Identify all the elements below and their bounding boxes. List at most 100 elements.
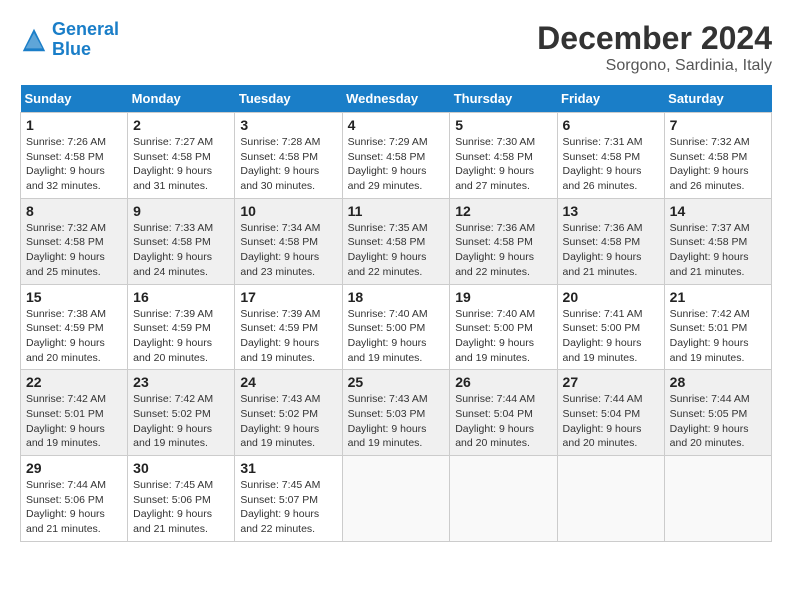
day-number: 19 (455, 289, 551, 305)
day-number: 1 (26, 117, 122, 133)
day-cell: 20 Sunrise: 7:41 AM Sunset: 5:00 PM Dayl… (557, 284, 664, 370)
day-cell: 10 Sunrise: 7:34 AM Sunset: 4:58 PM Dayl… (235, 198, 342, 284)
day-number: 10 (240, 203, 336, 219)
day-cell: 2 Sunrise: 7:27 AM Sunset: 4:58 PM Dayli… (128, 113, 235, 199)
day-number: 2 (133, 117, 229, 133)
day-cell (342, 456, 450, 542)
day-number: 18 (348, 289, 445, 305)
day-number: 13 (563, 203, 659, 219)
day-number: 9 (133, 203, 229, 219)
day-info: Sunrise: 7:44 AM Sunset: 5:04 PM Dayligh… (455, 392, 551, 451)
day-number: 14 (670, 203, 766, 219)
day-info: Sunrise: 7:38 AM Sunset: 4:59 PM Dayligh… (26, 307, 122, 366)
day-info: Sunrise: 7:39 AM Sunset: 4:59 PM Dayligh… (240, 307, 336, 366)
day-info: Sunrise: 7:42 AM Sunset: 5:02 PM Dayligh… (133, 392, 229, 451)
day-info: Sunrise: 7:34 AM Sunset: 4:58 PM Dayligh… (240, 221, 336, 280)
day-info: Sunrise: 7:39 AM Sunset: 4:59 PM Dayligh… (133, 307, 229, 366)
day-cell: 30 Sunrise: 7:45 AM Sunset: 5:06 PM Dayl… (128, 456, 235, 542)
day-info: Sunrise: 7:43 AM Sunset: 5:03 PM Dayligh… (348, 392, 445, 451)
weekday-saturday: Saturday (664, 85, 771, 113)
day-number: 28 (670, 374, 766, 390)
week-row-1: 1 Sunrise: 7:26 AM Sunset: 4:58 PM Dayli… (21, 113, 772, 199)
day-number: 26 (455, 374, 551, 390)
day-cell: 12 Sunrise: 7:36 AM Sunset: 4:58 PM Dayl… (450, 198, 557, 284)
week-row-2: 8 Sunrise: 7:32 AM Sunset: 4:58 PM Dayli… (21, 198, 772, 284)
day-info: Sunrise: 7:31 AM Sunset: 4:58 PM Dayligh… (563, 135, 659, 194)
week-row-3: 15 Sunrise: 7:38 AM Sunset: 4:59 PM Dayl… (21, 284, 772, 370)
location-title: Sorgono, Sardinia, Italy (537, 57, 772, 75)
day-number: 6 (563, 117, 659, 133)
day-cell (557, 456, 664, 542)
day-info: Sunrise: 7:42 AM Sunset: 5:01 PM Dayligh… (670, 307, 766, 366)
day-number: 27 (563, 374, 659, 390)
day-cell: 26 Sunrise: 7:44 AM Sunset: 5:04 PM Dayl… (450, 370, 557, 456)
day-cell: 8 Sunrise: 7:32 AM Sunset: 4:58 PM Dayli… (21, 198, 128, 284)
day-number: 31 (240, 460, 336, 476)
day-number: 17 (240, 289, 336, 305)
day-cell: 3 Sunrise: 7:28 AM Sunset: 4:58 PM Dayli… (235, 113, 342, 199)
day-cell: 27 Sunrise: 7:44 AM Sunset: 5:04 PM Dayl… (557, 370, 664, 456)
day-cell: 28 Sunrise: 7:44 AM Sunset: 5:05 PM Dayl… (664, 370, 771, 456)
day-number: 8 (26, 203, 122, 219)
day-info: Sunrise: 7:45 AM Sunset: 5:06 PM Dayligh… (133, 478, 229, 537)
day-cell: 9 Sunrise: 7:33 AM Sunset: 4:58 PM Dayli… (128, 198, 235, 284)
day-cell: 16 Sunrise: 7:39 AM Sunset: 4:59 PM Dayl… (128, 284, 235, 370)
day-cell (664, 456, 771, 542)
day-info: Sunrise: 7:28 AM Sunset: 4:58 PM Dayligh… (240, 135, 336, 194)
day-cell: 22 Sunrise: 7:42 AM Sunset: 5:01 PM Dayl… (21, 370, 128, 456)
day-cell: 19 Sunrise: 7:40 AM Sunset: 5:00 PM Dayl… (450, 284, 557, 370)
day-number: 15 (26, 289, 122, 305)
logo-icon (20, 26, 48, 54)
day-number: 12 (455, 203, 551, 219)
day-number: 29 (26, 460, 122, 476)
weekday-thursday: Thursday (450, 85, 557, 113)
day-info: Sunrise: 7:40 AM Sunset: 5:00 PM Dayligh… (455, 307, 551, 366)
weekday-friday: Friday (557, 85, 664, 113)
weekday-wednesday: Wednesday (342, 85, 450, 113)
day-cell: 4 Sunrise: 7:29 AM Sunset: 4:58 PM Dayli… (342, 113, 450, 199)
day-cell: 11 Sunrise: 7:35 AM Sunset: 4:58 PM Dayl… (342, 198, 450, 284)
day-cell: 6 Sunrise: 7:31 AM Sunset: 4:58 PM Dayli… (557, 113, 664, 199)
day-info: Sunrise: 7:30 AM Sunset: 4:58 PM Dayligh… (455, 135, 551, 194)
day-cell: 1 Sunrise: 7:26 AM Sunset: 4:58 PM Dayli… (21, 113, 128, 199)
day-number: 30 (133, 460, 229, 476)
day-number: 24 (240, 374, 336, 390)
day-info: Sunrise: 7:43 AM Sunset: 5:02 PM Dayligh… (240, 392, 336, 451)
month-title: December 2024 (537, 20, 772, 57)
weekday-monday: Monday (128, 85, 235, 113)
week-row-4: 22 Sunrise: 7:42 AM Sunset: 5:01 PM Dayl… (21, 370, 772, 456)
day-number: 20 (563, 289, 659, 305)
day-info: Sunrise: 7:26 AM Sunset: 4:58 PM Dayligh… (26, 135, 122, 194)
day-cell: 24 Sunrise: 7:43 AM Sunset: 5:02 PM Dayl… (235, 370, 342, 456)
day-info: Sunrise: 7:27 AM Sunset: 4:58 PM Dayligh… (133, 135, 229, 194)
calendar-table: SundayMondayTuesdayWednesdayThursdayFrid… (20, 85, 772, 542)
logo-text: General Blue (52, 20, 119, 60)
day-info: Sunrise: 7:35 AM Sunset: 4:58 PM Dayligh… (348, 221, 445, 280)
day-cell: 25 Sunrise: 7:43 AM Sunset: 5:03 PM Dayl… (342, 370, 450, 456)
day-info: Sunrise: 7:36 AM Sunset: 4:58 PM Dayligh… (563, 221, 659, 280)
day-number: 16 (133, 289, 229, 305)
weekday-header-row: SundayMondayTuesdayWednesdayThursdayFrid… (21, 85, 772, 113)
day-cell: 31 Sunrise: 7:45 AM Sunset: 5:07 PM Dayl… (235, 456, 342, 542)
day-info: Sunrise: 7:45 AM Sunset: 5:07 PM Dayligh… (240, 478, 336, 537)
logo: General Blue (20, 20, 119, 60)
day-cell: 21 Sunrise: 7:42 AM Sunset: 5:01 PM Dayl… (664, 284, 771, 370)
day-number: 11 (348, 203, 445, 219)
day-info: Sunrise: 7:37 AM Sunset: 4:58 PM Dayligh… (670, 221, 766, 280)
day-cell: 14 Sunrise: 7:37 AM Sunset: 4:58 PM Dayl… (664, 198, 771, 284)
day-number: 7 (670, 117, 766, 133)
day-number: 25 (348, 374, 445, 390)
day-info: Sunrise: 7:32 AM Sunset: 4:58 PM Dayligh… (26, 221, 122, 280)
day-info: Sunrise: 7:44 AM Sunset: 5:05 PM Dayligh… (670, 392, 766, 451)
day-info: Sunrise: 7:33 AM Sunset: 4:58 PM Dayligh… (133, 221, 229, 280)
day-number: 3 (240, 117, 336, 133)
day-number: 5 (455, 117, 551, 133)
day-info: Sunrise: 7:40 AM Sunset: 5:00 PM Dayligh… (348, 307, 445, 366)
title-block: December 2024 Sorgono, Sardinia, Italy (537, 20, 772, 75)
day-cell: 18 Sunrise: 7:40 AM Sunset: 5:00 PM Dayl… (342, 284, 450, 370)
day-cell: 7 Sunrise: 7:32 AM Sunset: 4:58 PM Dayli… (664, 113, 771, 199)
day-cell (450, 456, 557, 542)
day-info: Sunrise: 7:44 AM Sunset: 5:06 PM Dayligh… (26, 478, 122, 537)
day-cell: 5 Sunrise: 7:30 AM Sunset: 4:58 PM Dayli… (450, 113, 557, 199)
day-cell: 15 Sunrise: 7:38 AM Sunset: 4:59 PM Dayl… (21, 284, 128, 370)
